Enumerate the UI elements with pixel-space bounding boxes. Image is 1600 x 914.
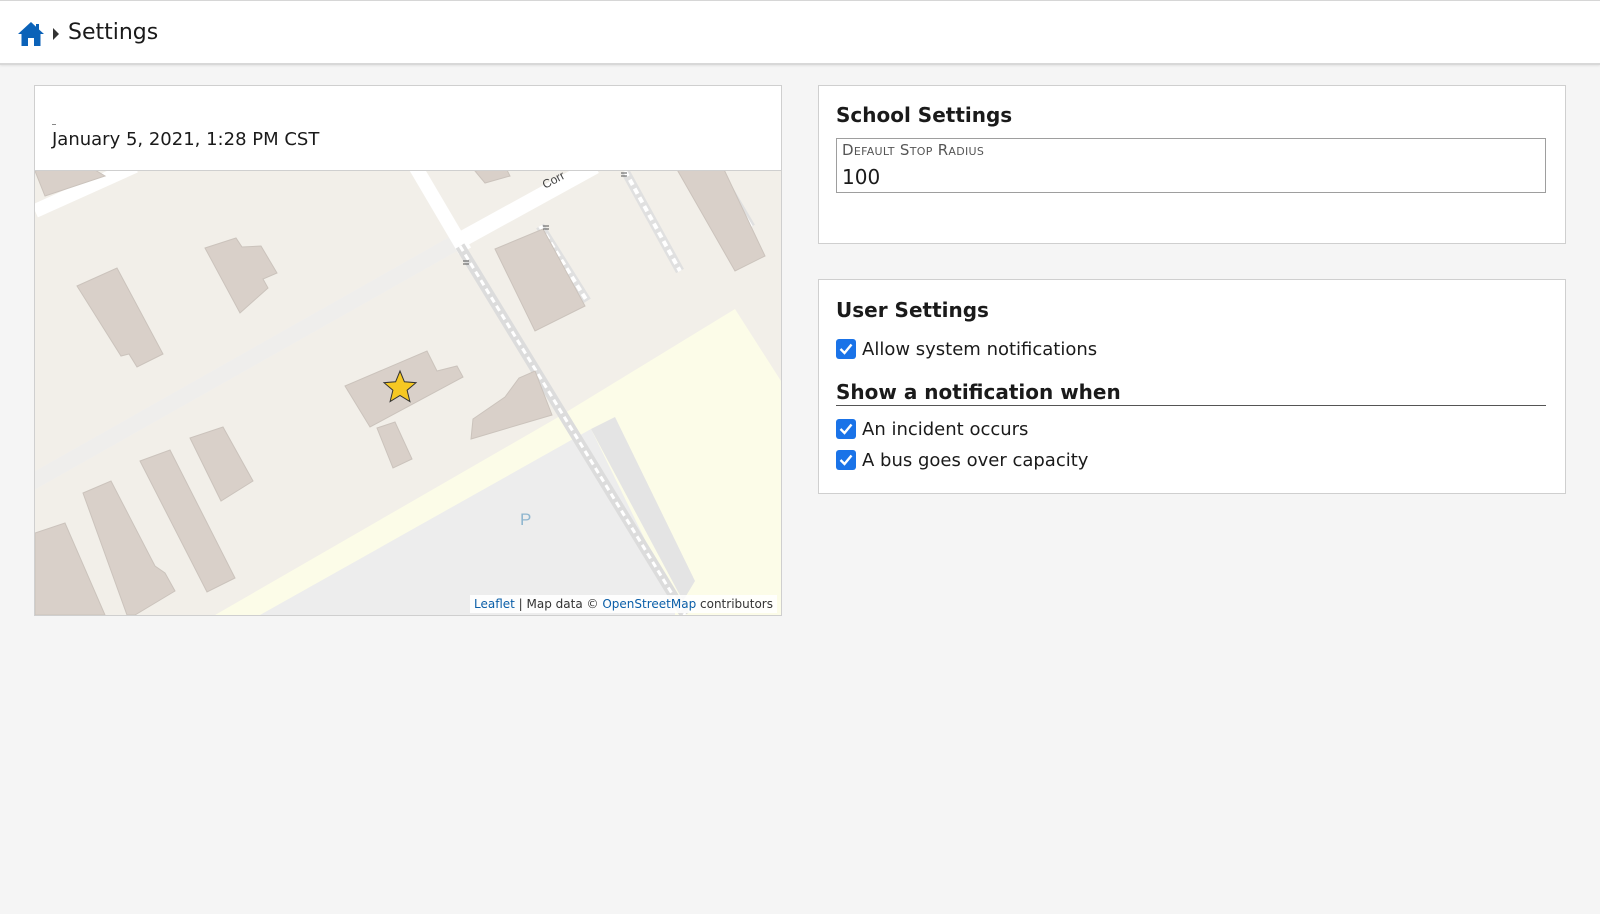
attribution-suffix: contributors	[700, 597, 773, 611]
user-settings-title: User Settings	[836, 298, 989, 322]
allow-notifications-checkbox[interactable]	[836, 339, 856, 359]
page-title: Settings	[68, 20, 159, 45]
top-bar: Settings	[0, 0, 1600, 65]
parking-label: P	[520, 510, 531, 529]
incident-checkbox[interactable]	[836, 419, 856, 439]
over-capacity-row[interactable]: A bus goes over capacity	[836, 449, 1088, 471]
attribution-separator: | Map data ©	[518, 597, 599, 611]
over-capacity-label: A bus goes over capacity	[862, 449, 1089, 471]
default-stop-radius-field[interactable]: Default Stop Radius 100	[836, 138, 1546, 193]
caret-right-icon	[53, 28, 59, 40]
checkmark-icon	[839, 423, 853, 435]
map[interactable]: Corr P Leaflet | Map data © OpenStreetMa…	[35, 171, 781, 615]
incident-label: An incident occurs	[862, 418, 1029, 440]
map-card-header: January 5, 2021, 1:28 PM CST	[35, 86, 781, 171]
road	[451, 171, 599, 251]
field-label: Default Stop Radius	[842, 141, 985, 159]
checkmark-icon	[839, 454, 853, 466]
path	[621, 171, 684, 274]
map-card: January 5, 2021, 1:28 PM CST Corr P Leaf…	[34, 85, 782, 616]
map-attribution: Leaflet | Map data © OpenStreetMap contr…	[469, 595, 777, 613]
allow-notifications-row[interactable]: Allow system notifications	[836, 338, 1097, 360]
notification-heading: Show a notification when	[836, 380, 1546, 406]
divider	[52, 124, 56, 125]
school-settings-card: School Settings Default Stop Radius 100	[818, 85, 1566, 244]
home-icon[interactable]	[17, 21, 45, 47]
timestamp: January 5, 2021, 1:28 PM CST	[52, 129, 320, 150]
openstreetmap-link[interactable]: OpenStreetMap	[602, 597, 696, 611]
user-settings-card: User Settings Allow system notifications…	[818, 279, 1566, 494]
default-stop-radius-input[interactable]: 100	[842, 165, 880, 189]
incident-row[interactable]: An incident occurs	[836, 418, 1028, 440]
road	[409, 171, 472, 255]
checkmark-icon	[839, 343, 853, 355]
leaflet-link[interactable]: Leaflet	[474, 597, 515, 611]
school-settings-title: School Settings	[836, 103, 1013, 127]
over-capacity-checkbox[interactable]	[836, 450, 856, 470]
map-tiles[interactable]: Corr P	[35, 171, 781, 615]
allow-notifications-label: Allow system notifications	[862, 338, 1098, 360]
